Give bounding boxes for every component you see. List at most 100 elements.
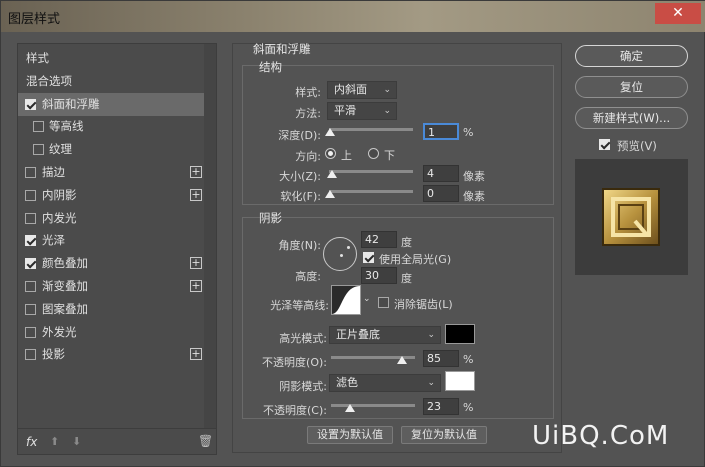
style-item-checkbox[interactable]: [25, 98, 36, 110]
soften-slider-thumb[interactable]: [325, 190, 335, 198]
shadow-color-swatch[interactable]: [445, 371, 475, 391]
direction-up-radio[interactable]: [325, 148, 336, 159]
style-item-checkbox[interactable]: [25, 235, 36, 247]
style-item-checkbox[interactable]: [33, 144, 44, 156]
dialog-title: 图层样式: [8, 12, 61, 27]
style-item-blending-options[interactable]: 混合选项: [18, 70, 204, 93]
move-down-icon[interactable]: ⬇: [72, 435, 81, 448]
global-light-checkbox[interactable]: [363, 252, 374, 263]
add-effect-icon[interactable]: +: [190, 257, 202, 270]
size-slider[interactable]: [329, 170, 413, 173]
style-item-inner-glow[interactable]: 内发光: [18, 207, 204, 230]
anti-alias-label: 消除锯齿(L): [394, 298, 453, 311]
shadow-opacity-input[interactable]: 23: [423, 398, 459, 415]
highlight-mode-dropdown[interactable]: 正片叠底 ⌄: [329, 326, 441, 344]
altitude-input[interactable]: 30: [361, 267, 397, 284]
chevron-down-icon: ⌄: [383, 85, 391, 95]
styles-list-panel: 样式 混合选项 斜面和浮雕 等高线 纹理 描边 + 内阴影 + 内发光 光泽 颜色叠加 + 渐变叠加 + 图案…: [17, 43, 217, 455]
style-item-checkbox[interactable]: [25, 167, 36, 178]
make-default-button[interactable]: 设置为默认值: [307, 426, 393, 444]
bevel-style-dropdown[interactable]: 内斜面 ⌄: [327, 81, 397, 99]
shadow-mode-dropdown[interactable]: 滤色 ⌄: [329, 374, 441, 392]
style-item-contour[interactable]: 等高线: [18, 115, 204, 138]
chevron-down-icon[interactable]: ⌄: [363, 294, 371, 304]
size-unit: 像素: [463, 170, 485, 183]
highlight-opacity-input[interactable]: 85: [423, 350, 459, 367]
style-item-outer-glow[interactable]: 外发光: [18, 321, 204, 344]
angle-unit: 度: [401, 236, 412, 249]
global-light-label: 使用全局光(G): [379, 253, 452, 266]
move-up-icon[interactable]: ⬆: [50, 435, 59, 448]
reset-default-button[interactable]: 复位为默认值: [401, 426, 487, 444]
angle-input[interactable]: 42: [361, 231, 397, 248]
style-item-label: 样式: [26, 51, 49, 65]
highlight-color-swatch[interactable]: [445, 324, 475, 344]
technique-value: 平滑: [334, 104, 356, 117]
style-item-checkbox[interactable]: [25, 189, 36, 201]
style-item-label: 图案叠加: [42, 301, 88, 316]
altitude-unit: 度: [401, 272, 412, 285]
settings-panel: 斜面和浮雕 结构 样式: 内斜面 ⌄ 方法: 平滑 ⌄ 深度(D): 1 % 方…: [232, 42, 562, 453]
style-item-label: 描边: [42, 165, 65, 179]
ok-button[interactable]: 确定: [575, 45, 688, 67]
preview-checkbox[interactable]: [599, 139, 610, 150]
add-effect-icon[interactable]: +: [190, 348, 202, 361]
style-item-label: 纹理: [49, 142, 72, 157]
angle-dial[interactable]: [323, 237, 357, 271]
highlight-opacity-slider-thumb[interactable]: [397, 356, 408, 364]
size-input[interactable]: 4: [423, 165, 459, 182]
direction-down-radio[interactable]: [368, 148, 379, 159]
depth-slider-thumb[interactable]: [325, 128, 335, 136]
shadow-opacity-label: 不透明度(C):: [263, 404, 327, 417]
trash-icon[interactable]: 🗑: [198, 434, 213, 448]
style-item-pattern-overlay[interactable]: 图案叠加: [18, 298, 204, 321]
shadow-opacity-slider-thumb[interactable]: [345, 404, 356, 412]
depth-unit: %: [463, 126, 474, 139]
shadow-mode-value: 滤色: [336, 376, 358, 389]
style-item-stroke[interactable]: 描边 +: [18, 161, 204, 184]
style-item-label: 渐变叠加: [42, 279, 88, 293]
new-style-button[interactable]: 新建样式(W)...: [575, 107, 688, 129]
title-bar[interactable]: 图层样式 ✕: [1, 1, 705, 32]
gloss-contour-picker[interactable]: [331, 285, 361, 315]
style-item-label: 斜面和浮雕: [42, 96, 100, 111]
style-item-satin[interactable]: 光泽: [18, 229, 204, 252]
style-item-checkbox[interactable]: [25, 212, 36, 224]
close-button[interactable]: ✕: [655, 3, 701, 24]
soften-input[interactable]: 0: [423, 185, 459, 202]
style-item-checkbox[interactable]: [25, 326, 36, 338]
style-item-drop-shadow[interactable]: 投影 +: [18, 343, 204, 366]
direction-up-label: 上: [341, 149, 352, 162]
style-item-bevel-emboss[interactable]: 斜面和浮雕: [18, 92, 204, 116]
style-item-gradient-overlay[interactable]: 渐变叠加 +: [18, 275, 204, 298]
contour-curve-icon: [332, 286, 360, 314]
style-item-checkbox[interactable]: [25, 258, 36, 270]
add-effect-icon[interactable]: +: [190, 166, 202, 178]
angle-dial-center: [340, 254, 343, 257]
anti-alias-checkbox[interactable]: [378, 297, 389, 308]
depth-input[interactable]: 1: [423, 123, 459, 140]
technique-dropdown[interactable]: 平滑 ⌄: [327, 102, 397, 120]
add-effect-icon[interactable]: +: [190, 188, 202, 201]
styles-list-scrollbar[interactable]: [204, 44, 216, 428]
fx-icon[interactable]: fx: [26, 435, 37, 449]
style-item-checkbox[interactable]: [25, 349, 36, 361]
style-item-style[interactable]: 样式: [18, 47, 204, 70]
style-item-inner-shadow[interactable]: 内阴影 +: [18, 184, 204, 207]
depth-slider[interactable]: [329, 128, 413, 131]
add-effect-icon[interactable]: +: [190, 280, 202, 292]
size-slider-thumb[interactable]: [327, 170, 337, 178]
style-item-checkbox[interactable]: [25, 281, 36, 292]
angle-dial-marker: [347, 246, 350, 249]
style-item-color-overlay[interactable]: 颜色叠加 +: [18, 252, 204, 275]
altitude-label: 高度:: [295, 270, 321, 283]
angle-label: 角度(N):: [278, 239, 321, 252]
structure-title: 结构: [259, 60, 282, 74]
reset-button[interactable]: 复位: [575, 76, 688, 98]
technique-label: 方法:: [295, 107, 321, 120]
shadow-opacity-slider[interactable]: [331, 404, 415, 407]
style-item-checkbox[interactable]: [33, 121, 44, 133]
style-item-checkbox[interactable]: [25, 303, 36, 315]
soften-slider[interactable]: [329, 190, 413, 193]
style-item-texture[interactable]: 纹理: [18, 138, 204, 161]
